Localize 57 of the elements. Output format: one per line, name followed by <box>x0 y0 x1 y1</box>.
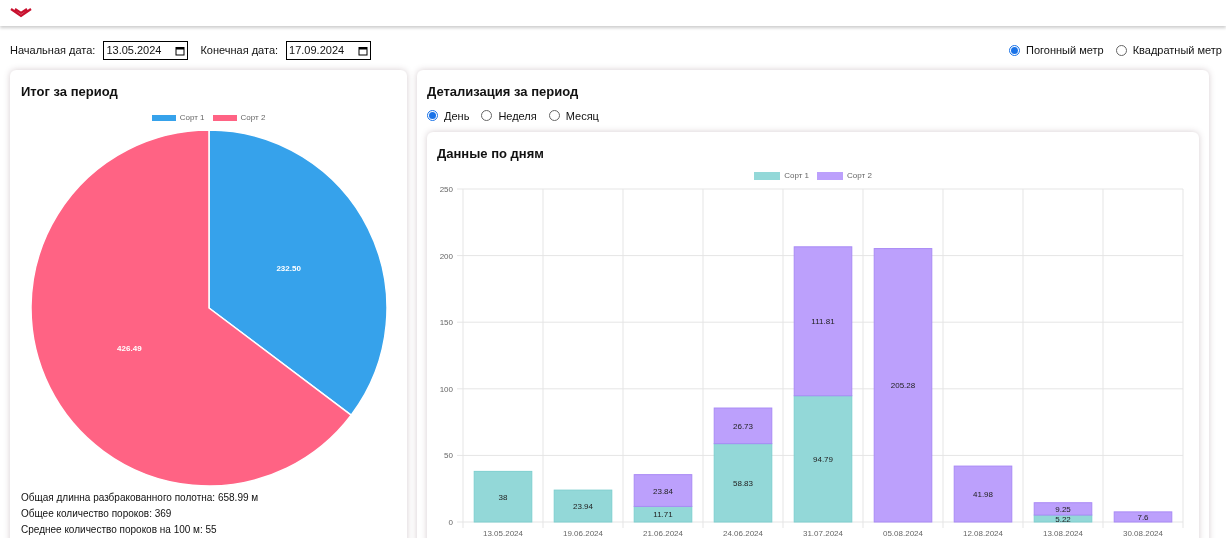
x-tick-label: 31.07.2024 <box>803 528 843 538</box>
bar-value-label: 205.28 <box>890 380 916 390</box>
bar-value-label: 23.94 <box>573 501 593 511</box>
x-tick-label: 21.06.2024 <box>643 528 683 538</box>
bar-value-label: 7.6 <box>1137 512 1149 522</box>
legend-label: Сорт 2 <box>240 111 266 124</box>
radio-option[interactable]: Месяц <box>548 107 599 124</box>
bar-value-label: 38 <box>498 492 508 502</box>
radio-button[interactable] <box>1009 45 1020 56</box>
stat-line: Среднее количество пороков на 100 м: 55 <box>21 522 218 537</box>
end-date-field[interactable]: 17.09.2024 <box>286 41 372 60</box>
y-tick-label: 0 <box>448 517 453 527</box>
bar-value-label: 41.98 <box>973 489 993 499</box>
bar-value-label: 111.81 <box>811 316 835 326</box>
radio-option[interactable]: День <box>427 107 470 124</box>
bar-value-label: 11.71 <box>653 509 673 519</box>
end-date-label: Конечная дата: <box>200 43 279 59</box>
x-tick-label: 05.08.2024 <box>883 528 923 538</box>
y-tick-label: 100 <box>439 384 453 394</box>
bar <box>1113 510 1173 522</box>
bar-value-label: 9.25 <box>1055 504 1071 514</box>
x-tick-label: 19.06.2024 <box>563 528 603 538</box>
stat-line: Общее количество пороков: 369 <box>21 506 173 521</box>
calendar-icon[interactable] <box>358 45 369 56</box>
slice-label: 232.50 <box>275 263 301 273</box>
radio-option[interactable]: Погонный метр <box>1009 42 1104 59</box>
stat-line: Общая длинна разбракованного полотна: 658.99 м <box>21 490 260 505</box>
radio-option[interactable]: Неделя <box>481 107 537 124</box>
bar <box>553 489 613 522</box>
legend-label: Сорт 1 <box>179 111 205 124</box>
bar-value-label: 94.79 <box>813 454 833 464</box>
legend-label: Сорт 1 <box>784 169 809 182</box>
bar <box>473 470 533 522</box>
y-tick-label: 50 <box>444 450 453 460</box>
x-tick-label: 30.08.2024 <box>1123 528 1163 538</box>
legend-label: Сорт 2 <box>847 169 872 182</box>
bar <box>953 465 1013 522</box>
logo-icon <box>10 8 32 18</box>
radio-option[interactable]: Квадратный метр <box>1115 42 1222 59</box>
y-tick-label: 150 <box>439 317 453 327</box>
y-tick-label: 200 <box>439 251 453 261</box>
x-tick-label: 12.08.2024 <box>963 528 1003 538</box>
calendar-icon[interactable] <box>175 45 186 56</box>
slice-label: 426.49 <box>116 343 142 353</box>
y-tick-label: 250 <box>439 184 453 194</box>
chart-title: Данные по дням <box>436 145 545 163</box>
card-title: Итог за период <box>21 83 119 101</box>
bar-value-label: 5.22 <box>1055 514 1071 523</box>
bar-value-label: 58.83 <box>733 478 753 488</box>
bar-value-label: 26.73 <box>733 421 753 431</box>
x-tick-label: 24.06.2024 <box>723 528 763 538</box>
x-tick-label: 13.05.2024 <box>483 528 523 538</box>
start-date-field[interactable]: 13.05.2024 <box>103 41 189 60</box>
card-title: Детализация за период <box>427 83 580 101</box>
bar-value-label: 23.84 <box>653 486 673 495</box>
x-tick-label: 13.08.2024 <box>1043 528 1083 538</box>
start-date-label: Начальная дата: <box>10 43 96 59</box>
